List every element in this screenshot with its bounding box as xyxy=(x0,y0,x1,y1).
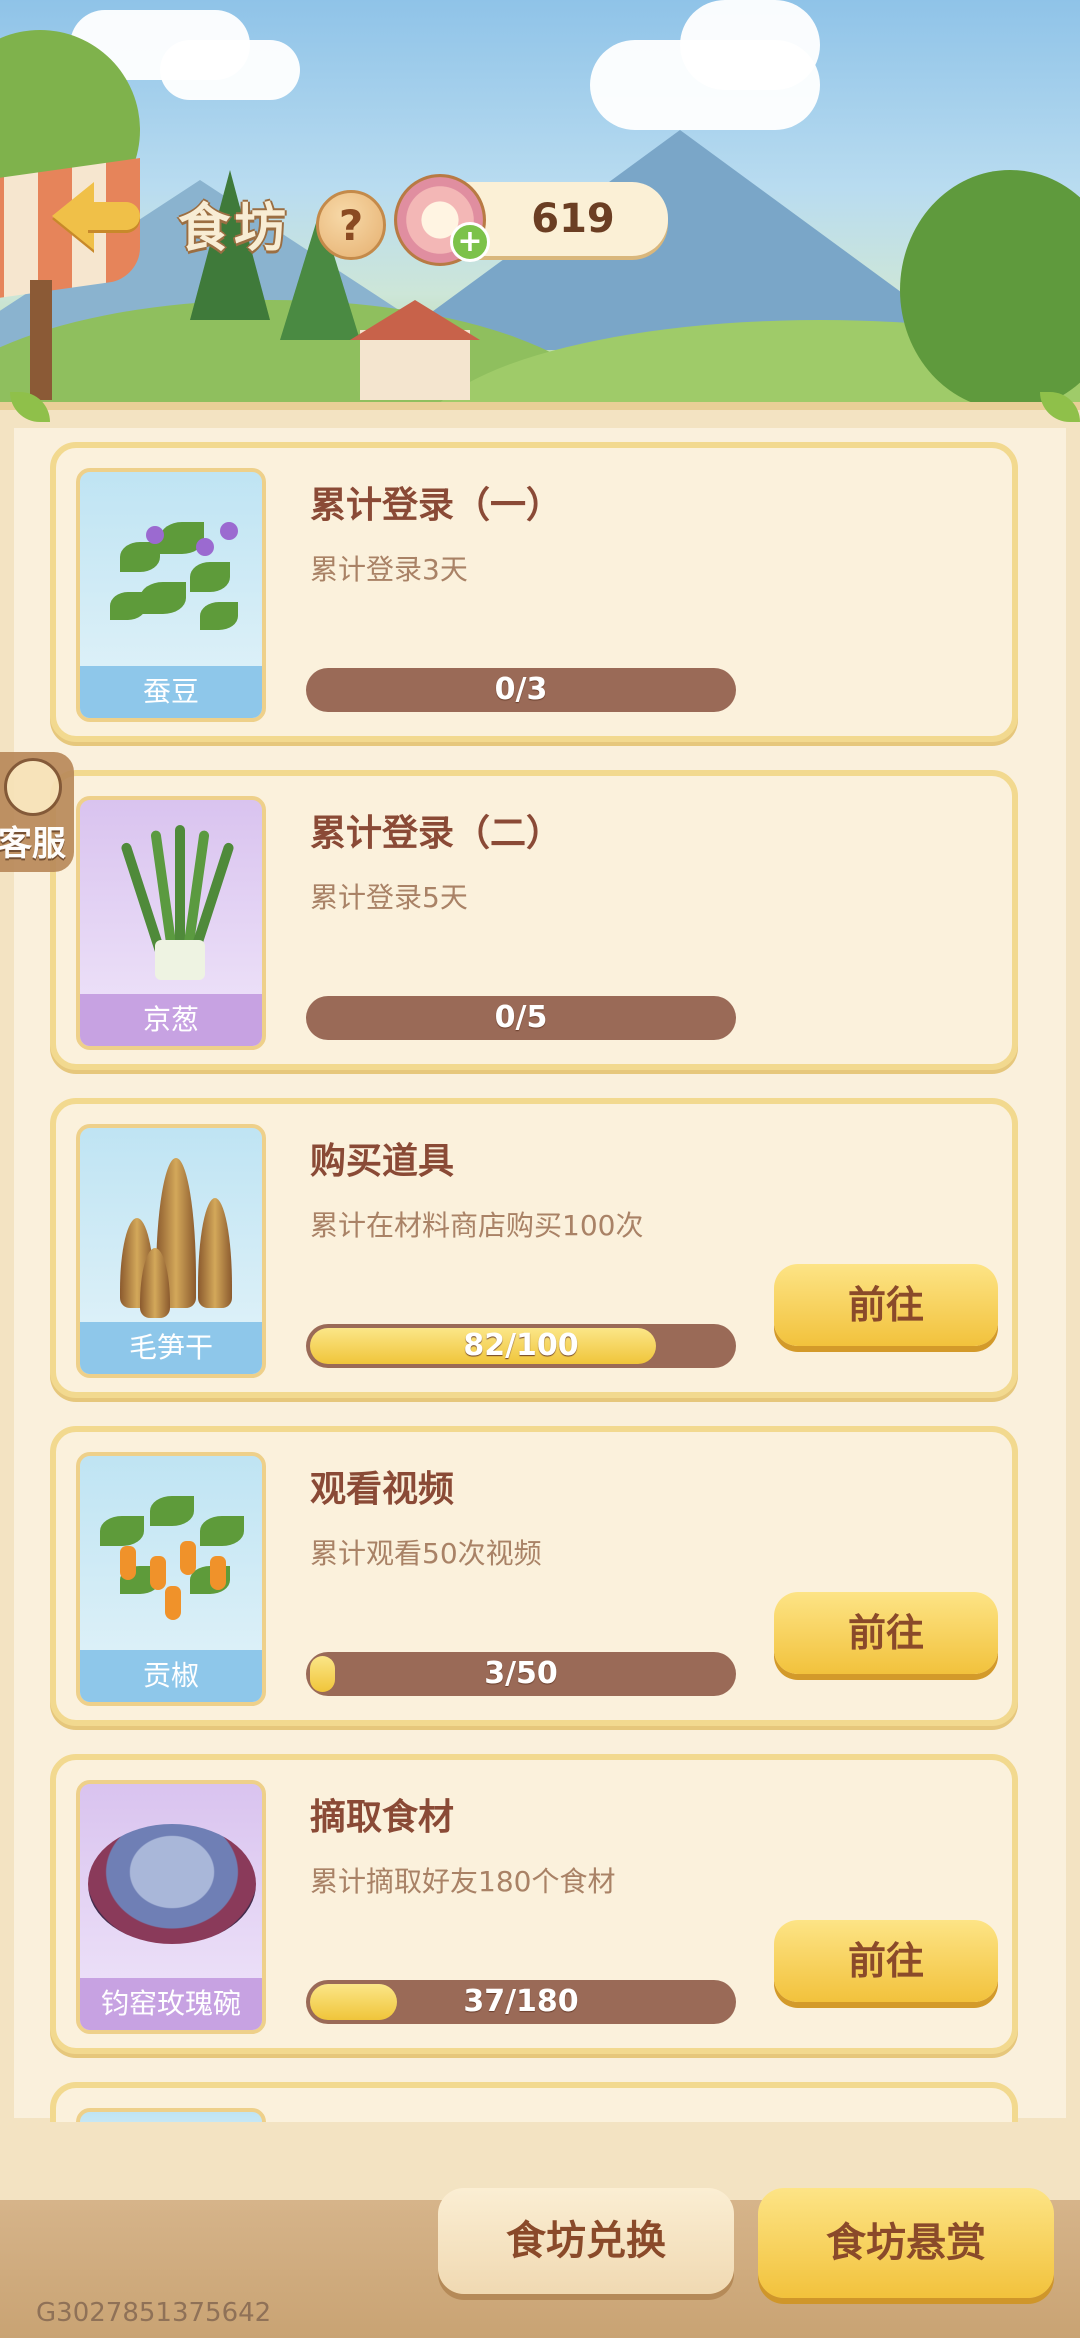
item-name: 京葱 xyxy=(80,994,262,1046)
cloud xyxy=(160,40,300,100)
task-card: 蚕豆 累计登录（一） 累计登录3天 0/3 xyxy=(50,442,1018,742)
service-avatar-icon xyxy=(4,758,62,816)
item-thumbnail[interactable]: 京葱 xyxy=(76,796,266,1050)
footer-id: G3027851375642 xyxy=(36,2298,272,2328)
progress-label: 3/50 xyxy=(484,1656,558,1691)
progress-label: 0/5 xyxy=(494,1000,548,1035)
progress-bar: 0/5 xyxy=(306,996,736,1040)
page-title: 食坊 xyxy=(178,199,291,259)
task-title: 累计登录（二） xyxy=(310,813,563,854)
progress-bar: 3/50 xyxy=(306,1652,736,1696)
task-card: 贡椒 观看视频 累计观看50次视频 3/50 前往 xyxy=(50,1426,1018,1726)
item-name: 钧窑玫瑰碗 xyxy=(80,1978,262,2030)
item-name: 蚕豆 xyxy=(80,666,262,718)
go-button[interactable]: 前往 xyxy=(774,1592,998,1674)
back-button[interactable] xyxy=(48,182,140,252)
go-button[interactable]: 前往 xyxy=(774,1264,998,1346)
item-thumbnail xyxy=(76,2108,266,2122)
tab-exchange[interactable]: 食坊兑换 xyxy=(438,2188,734,2294)
cloud xyxy=(680,0,820,90)
task-title: 购买道具 xyxy=(310,1141,455,1182)
customer-service-label: 客服 xyxy=(0,824,66,864)
item-thumbnail[interactable]: 毛笋干 xyxy=(76,1124,266,1378)
task-card-partial xyxy=(50,2082,1018,2122)
bowl-illustration xyxy=(88,1824,256,1944)
progress-bar: 0/3 xyxy=(306,668,736,712)
progress-label: 0/3 xyxy=(494,672,548,707)
progress-label: 82/100 xyxy=(463,1328,579,1363)
progress-bar: 82/100 xyxy=(306,1324,736,1368)
item-name: 贡椒 xyxy=(80,1650,262,1702)
help-icon[interactable]: ? xyxy=(316,190,386,260)
task-description: 累计观看50次视频 xyxy=(310,1537,542,1570)
task-card: 京葱 累计登录（二） 累计登录5天 0/5 xyxy=(50,770,1018,1070)
task-card: 钧窑玫瑰碗 摘取食材 累计摘取好友180个食材 37/180 前往 xyxy=(50,1754,1018,2054)
item-thumbnail[interactable]: 蚕豆 xyxy=(76,468,266,722)
task-description: 累计摘取好友180个食材 xyxy=(310,1865,616,1898)
progress-bar: 37/180 xyxy=(306,1980,736,2024)
task-title: 观看视频 xyxy=(310,1469,455,1510)
task-description: 累计登录3天 xyxy=(310,553,468,586)
task-description: 累计在材料商店购买100次 xyxy=(310,1209,644,1242)
item-name: 毛笋干 xyxy=(80,1322,262,1374)
task-description: 累计登录5天 xyxy=(310,881,468,914)
go-button[interactable]: 前往 xyxy=(774,1920,998,2002)
customer-service-button[interactable]: 客服 xyxy=(0,752,74,872)
house-roof xyxy=(350,300,480,340)
tab-reward[interactable]: 食坊悬赏 xyxy=(758,2188,1054,2298)
item-thumbnail[interactable]: 贡椒 xyxy=(76,1452,266,1706)
task-title: 累计登录（一） xyxy=(310,485,563,526)
task-title: 摘取食材 xyxy=(310,1797,455,1838)
item-thumbnail[interactable]: 钧窑玫瑰碗 xyxy=(76,1780,266,2034)
progress-label: 37/180 xyxy=(463,1984,579,2019)
house xyxy=(360,330,470,400)
add-currency-button[interactable]: + xyxy=(450,222,490,262)
task-card: 毛笋干 购买道具 累计在材料商店购买100次 82/100 前往 xyxy=(50,1098,1018,1398)
